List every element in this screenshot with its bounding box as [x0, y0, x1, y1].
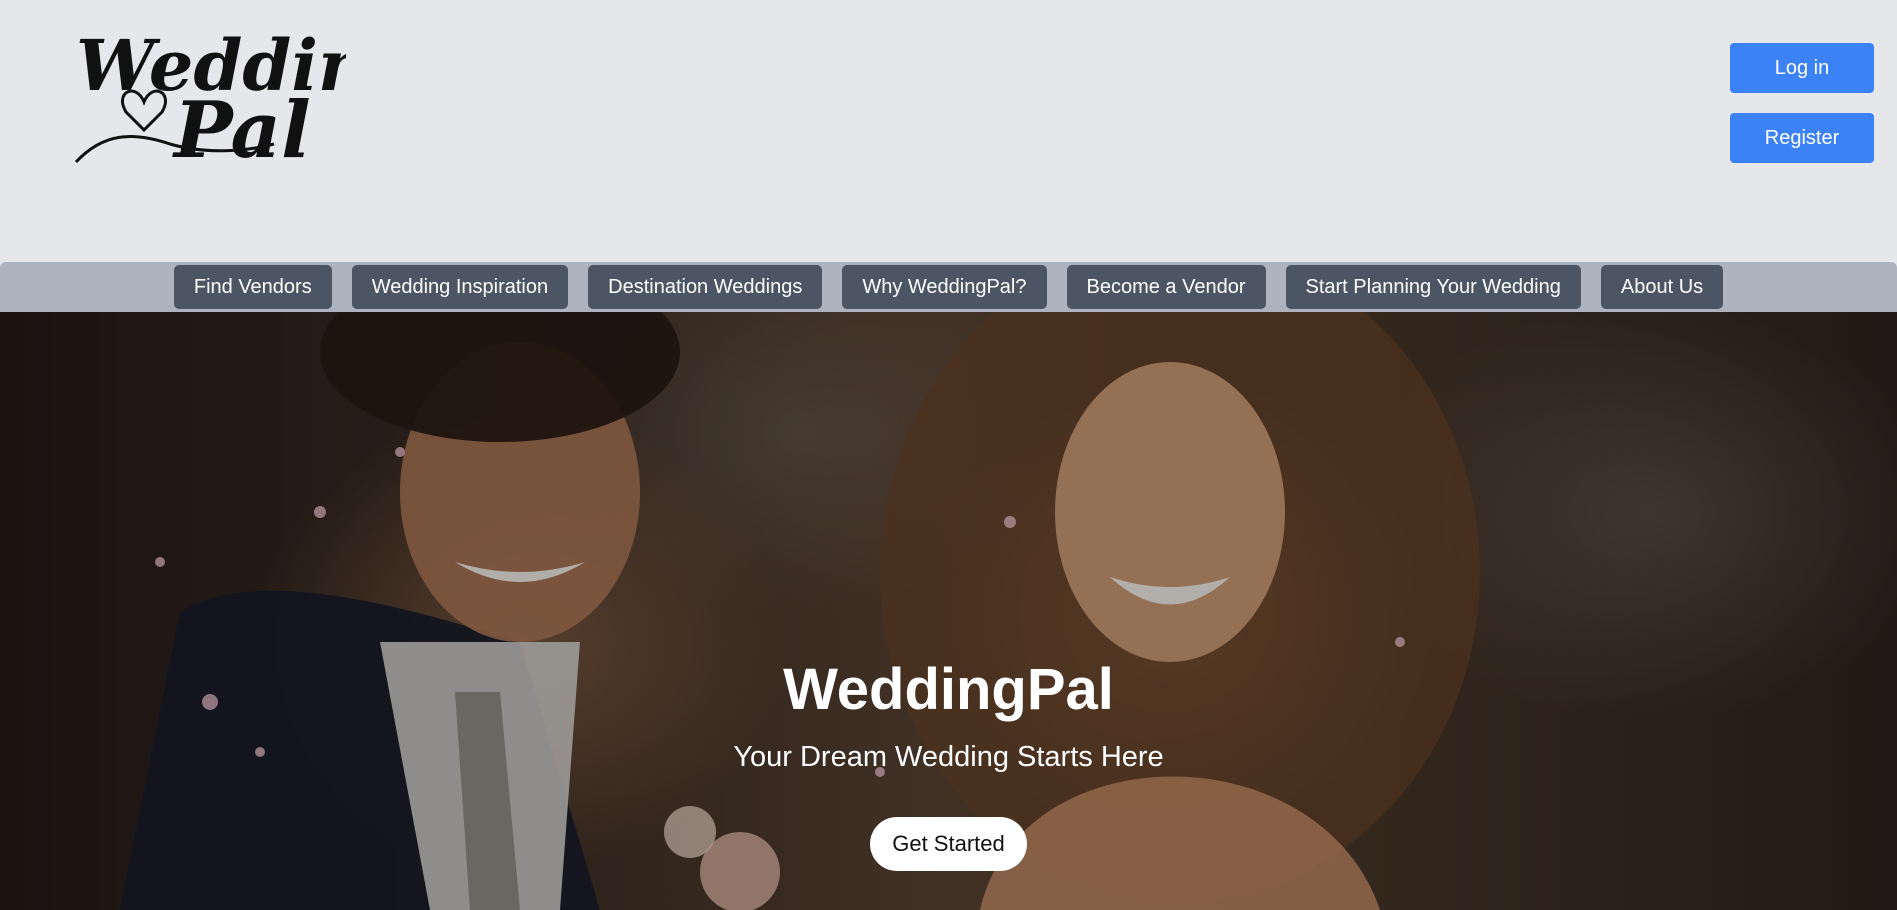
nav-wedding-inspiration[interactable]: Wedding Inspiration [351, 265, 569, 309]
wedding-pal-logo[interactable]: Wedding Pal [74, 12, 346, 172]
hero-section: WeddingPal Your Dream Wedding Starts Her… [0, 312, 1897, 910]
nav-start-planning[interactable]: Start Planning Your Wedding [1285, 265, 1581, 309]
nav-about-us[interactable]: About Us [1600, 265, 1724, 309]
login-button[interactable]: Log in [1730, 43, 1874, 93]
hero-subtitle: Your Dream Wedding Starts Here [733, 741, 1164, 773]
auth-buttons: Log in Register [1730, 43, 1874, 163]
main-nav: Find Vendors Wedding Inspiration Destina… [0, 262, 1897, 312]
nav-become-vendor[interactable]: Become a Vendor [1066, 265, 1266, 309]
nav-destination-weddings[interactable]: Destination Weddings [588, 265, 823, 309]
register-button[interactable]: Register [1730, 113, 1874, 163]
site-header: Wedding Pal Log in Register [0, 0, 1897, 262]
logo-text-line2: Pal [172, 85, 311, 172]
nav-why-weddingpal[interactable]: Why WeddingPal? [842, 265, 1047, 309]
nav-find-vendors[interactable]: Find Vendors [173, 265, 332, 309]
get-started-button[interactable]: Get Started [870, 817, 1027, 871]
hero-title: WeddingPal [783, 657, 1114, 722]
hero-content: WeddingPal Your Dream Wedding Starts Her… [0, 655, 1897, 871]
